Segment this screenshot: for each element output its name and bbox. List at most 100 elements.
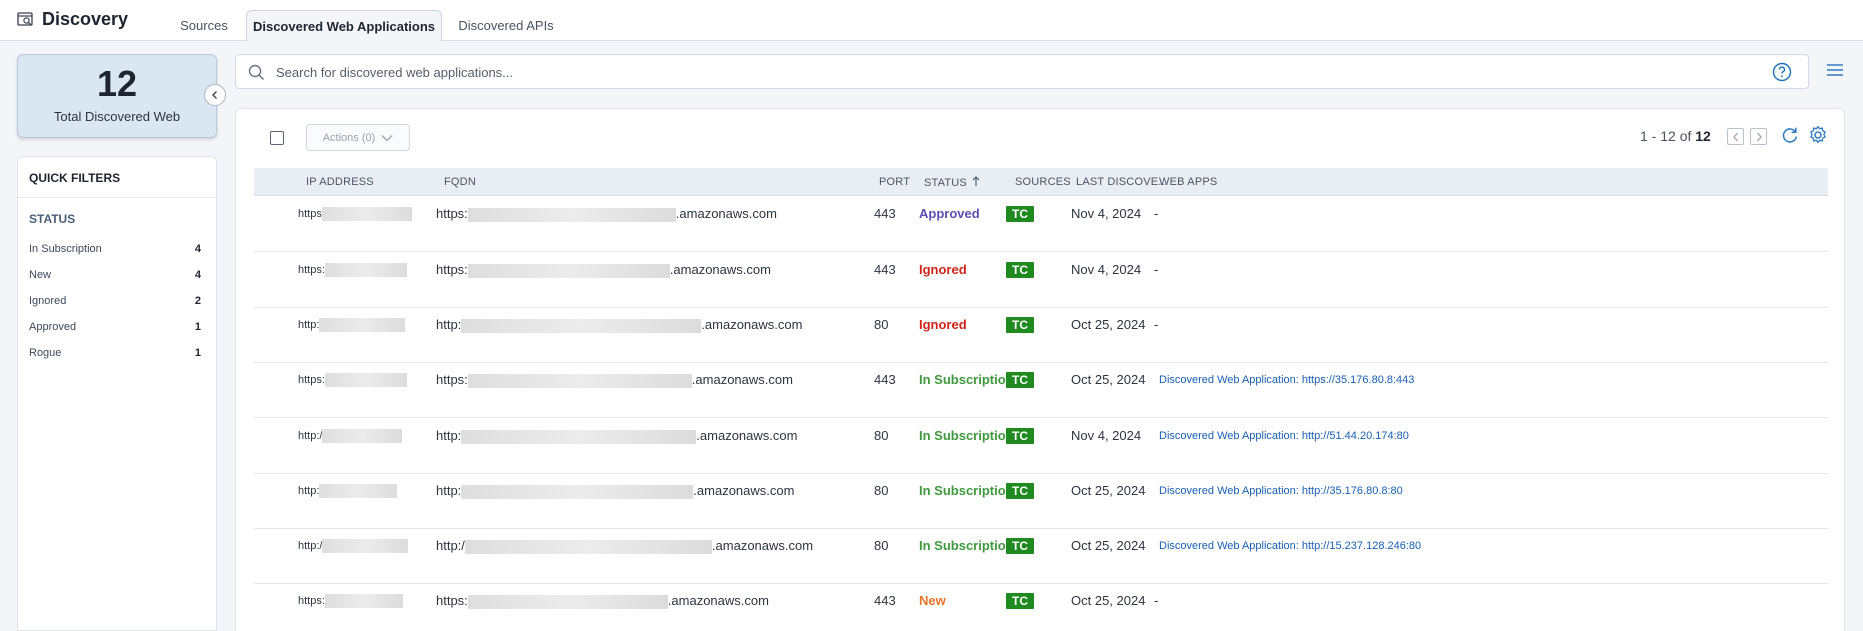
filter-in-subscription[interactable]: In Subscription 4	[29, 243, 201, 255]
ip-address-cell: http:	[298, 484, 398, 498]
pagination-summary: 1 - 12 of 12	[1640, 128, 1711, 144]
fqdn-suffix: .amazonaws.com	[693, 483, 795, 498]
web-app-link[interactable]: Discovered Web Application: http://15.23…	[1159, 540, 1421, 552]
status-cell: In Subscription	[919, 538, 1014, 553]
filter-approved[interactable]: Approved 1	[29, 321, 201, 333]
fqdn-prefix: https:	[436, 206, 468, 221]
column-ip-address[interactable]: IP ADDRESS	[306, 176, 374, 188]
column-status[interactable]: STATUS	[924, 176, 980, 189]
fqdn-suffix: .amazonaws.com	[701, 317, 803, 332]
refresh-icon[interactable]	[1780, 125, 1800, 145]
filter-label: New	[29, 269, 52, 281]
port-cell: 443	[874, 262, 896, 277]
settings-gear-icon[interactable]	[1808, 125, 1828, 145]
filter-count: 4	[194, 243, 201, 255]
filter-count: 2	[194, 295, 201, 307]
search-input[interactable]	[276, 63, 1676, 81]
help-icon[interactable]	[1772, 62, 1792, 82]
next-page-button[interactable]	[1750, 128, 1767, 145]
column-fqdn[interactable]: FQDN	[444, 176, 476, 188]
port-cell: 443	[874, 206, 896, 221]
filter-rogue[interactable]: Rogue 1	[29, 347, 201, 359]
ip-text: http:/	[298, 539, 323, 552]
redacted-block	[467, 207, 676, 222]
sources-cell: TC	[1006, 483, 1034, 499]
hamburger-menu-icon[interactable]	[1826, 62, 1844, 78]
redacted-block	[324, 373, 407, 387]
fqdn-suffix: .amazonaws.com	[711, 538, 814, 553]
filter-label: Approved	[29, 321, 77, 333]
source-badge: TC	[1006, 593, 1034, 609]
table-row[interactable]: https: https: .amazonaws.com 443 In Subsc…	[254, 363, 1828, 418]
fqdn-cell: http: .amazonaws.com	[436, 483, 794, 499]
fqdn-prefix: http:	[436, 317, 462, 332]
table-row[interactable]: http:/ http: .amazonaws.com 80 In Subscri…	[254, 419, 1828, 474]
table-row[interactable]: https https: .amazonaws.com 443 Approved …	[254, 197, 1828, 252]
ip-text: https:	[298, 373, 325, 386]
table-row[interactable]: http: http: .amazonaws.com 80 Ignored TC …	[254, 308, 1828, 363]
status-cell: Ignored	[919, 262, 967, 277]
chevron-down-icon	[381, 134, 393, 141]
column-sources[interactable]: SOURCES	[1015, 176, 1071, 188]
status-cell: Approved	[919, 206, 980, 221]
filter-count: 1	[194, 347, 201, 359]
table-row[interactable]: http: http: .amazonaws.com 80 In Subscrip…	[254, 474, 1828, 529]
app-title: Discovery	[17, 9, 128, 30]
actions-dropdown[interactable]: Actions (0)	[306, 124, 410, 151]
sources-cell: TC	[1006, 593, 1034, 609]
status-cell: Ignored	[919, 317, 967, 332]
tab-discovered-web-applications[interactable]: Discovered Web Applications	[246, 10, 442, 41]
app-title-text: Discovery	[42, 9, 129, 29]
tab-sources[interactable]: Sources	[174, 10, 234, 41]
web-apps-cell: -	[1154, 262, 1159, 277]
source-badge: TC	[1006, 206, 1034, 222]
web-app-link[interactable]: Discovered Web Application: http://35.17…	[1159, 485, 1403, 497]
status-cell: In Subscription	[919, 372, 1014, 387]
tab-discovered-apis[interactable]: Discovered APIs	[456, 10, 556, 41]
results-panel: Actions (0) 1 - 12 of 12 IP ADDRESS FQDN…	[235, 108, 1845, 631]
table-header: IP ADDRESS FQDN PORT STATUS SOURCES LAST…	[254, 168, 1828, 196]
ip-text: http:/	[298, 429, 323, 442]
web-app-link[interactable]: Discovered Web Application: http://51.44…	[1159, 430, 1409, 442]
collapse-sidebar-button[interactable]	[204, 84, 226, 106]
status-cell: In Subscription	[919, 483, 1014, 498]
filter-ignored[interactable]: Ignored 2	[29, 295, 201, 307]
redacted-block	[467, 594, 668, 609]
sources-cell: TC	[1006, 538, 1034, 554]
table-row[interactable]: https: https: .amazonaws.com 443 New TC O…	[254, 584, 1828, 631]
sources-cell: TC	[1006, 428, 1034, 444]
last-discovered-cell: Nov 4, 2024	[1071, 206, 1142, 221]
filter-count: 1	[194, 321, 201, 333]
discovery-icon	[17, 12, 33, 26]
ip-text: https	[298, 207, 322, 220]
filter-label: Rogue	[29, 347, 62, 359]
filter-new[interactable]: New 4	[29, 269, 201, 281]
pagination-range: 1 - 12 of	[1640, 128, 1692, 144]
last-discovered-cell: Nov 4, 2024	[1071, 262, 1142, 277]
ip-address-cell: http:/	[298, 429, 403, 443]
table-row[interactable]: https: https: .amazonaws.com 443 Ignored …	[254, 253, 1828, 308]
column-web-apps[interactable]: WEB APPS	[1159, 176, 1217, 188]
filter-label: In Subscription	[29, 243, 102, 255]
redacted-block	[319, 484, 398, 498]
previous-page-button[interactable]	[1727, 128, 1744, 145]
select-all-checkbox[interactable]	[270, 131, 284, 145]
search-bar	[235, 54, 1809, 89]
ip-address-cell: http:/	[298, 539, 409, 553]
status-cell: New	[919, 593, 946, 608]
web-app-link[interactable]: Discovered Web Application: https://35.1…	[1159, 374, 1414, 386]
port-cell: 80	[874, 538, 889, 553]
source-badge: TC	[1006, 372, 1034, 388]
source-badge: TC	[1006, 262, 1034, 278]
column-last-discovered[interactable]: LAST DISCOVE...	[1076, 176, 1168, 188]
table-row[interactable]: http:/ http:/ .amazonaws.com 80 In Subscr…	[254, 529, 1828, 584]
ip-text: https:	[298, 263, 325, 276]
web-apps-cell: -	[1154, 593, 1159, 608]
fqdn-cell: http: .amazonaws.com	[436, 317, 802, 333]
fqdn-cell: https: .amazonaws.com	[436, 593, 769, 609]
chevron-left-icon	[212, 91, 217, 99]
last-discovered-cell: Oct 25, 2024	[1071, 593, 1146, 608]
column-port[interactable]: PORT	[879, 176, 910, 188]
chevron-left-icon	[1732, 132, 1738, 141]
fqdn-cell: https: .amazonaws.com	[436, 372, 793, 388]
